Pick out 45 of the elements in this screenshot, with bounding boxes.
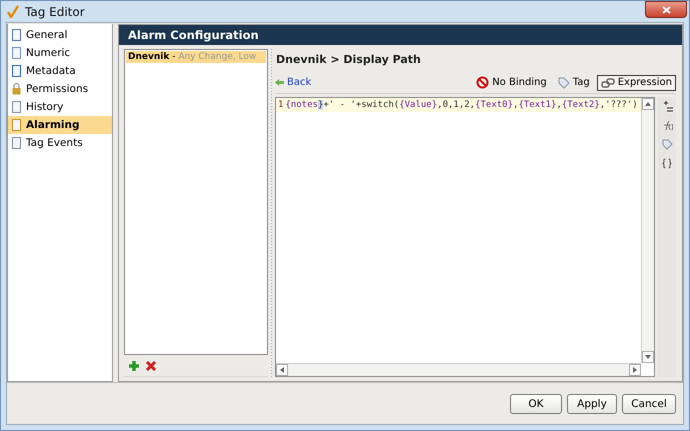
- lock-icon: [11, 83, 22, 95]
- binding-mode-button[interactable]: No Binding: [472, 74, 551, 91]
- window-title: Tag Editor: [25, 4, 85, 18]
- dialog-button[interactable]: Apply: [567, 394, 617, 414]
- scroll-right-button[interactable]: [629, 364, 641, 376]
- add-icon[interactable]: [128, 360, 140, 372]
- code-line: {notes}+' - '+switch({Value},0,1,2,{Text0},{Text1},{Text2},'???'): [285, 100, 638, 110]
- braces-button[interactable]: { }: [662, 158, 672, 169]
- document-icon: [11, 65, 22, 77]
- binding-mode-button[interactable]: Expression: [596, 74, 676, 90]
- checkmark-logo-icon: [7, 5, 19, 18]
- dialog-button[interactable]: Cancel: [622, 394, 676, 414]
- scroll-up-button[interactable]: [642, 98, 654, 110]
- sidebar-item[interactable]: Metadata: [8, 62, 112, 80]
- triangle-icon: [279, 367, 285, 373]
- triangle-icon: [632, 367, 638, 373]
- document-icon: [11, 101, 22, 113]
- code-editor[interactable]: 1 {notes}+' - '+switch({Value},0,1,2,{Text0},{Text1},{Text2},'???'): [275, 97, 655, 377]
- tag-icon: [558, 76, 570, 88]
- prohibited-icon: [476, 76, 490, 89]
- breadcrumb: Dnevnik > Display Path: [275, 52, 422, 68]
- back-arrow-icon: [275, 79, 284, 86]
- scroll-down-button[interactable]: [642, 351, 654, 363]
- sidebar-item[interactable]: Tag Events: [8, 134, 112, 152]
- sidebar-item[interactable]: Numeric: [8, 44, 112, 62]
- sidebar-item[interactable]: General: [8, 26, 112, 44]
- document-icon: [11, 137, 22, 149]
- close-button[interactable]: [645, 1, 687, 18]
- sidebar-item[interactable]: History: [8, 98, 112, 116]
- back-link[interactable]: Back: [275, 77, 312, 88]
- line-number: 1: [277, 100, 284, 110]
- link-icon: [600, 76, 615, 88]
- alarm-item[interactable]: Dnevnik - Any Change, Low: [126, 51, 266, 63]
- close-icon: [662, 6, 670, 14]
- sidebar-item[interactable]: Alarming: [8, 116, 112, 134]
- delete-icon[interactable]: [145, 360, 157, 372]
- sidebar-item[interactable]: Permissions: [8, 80, 112, 98]
- dialog-button[interactable]: OK: [510, 394, 562, 414]
- scroll-left-button[interactable]: [276, 364, 288, 376]
- document-icon: [11, 29, 22, 41]
- triangle-icon: [645, 101, 651, 107]
- triangle-icon: [645, 354, 651, 360]
- binding-mode-button[interactable]: Tag: [554, 74, 594, 90]
- panel-header: Alarm Configuration: [119, 25, 682, 45]
- document-icon: [11, 47, 22, 59]
